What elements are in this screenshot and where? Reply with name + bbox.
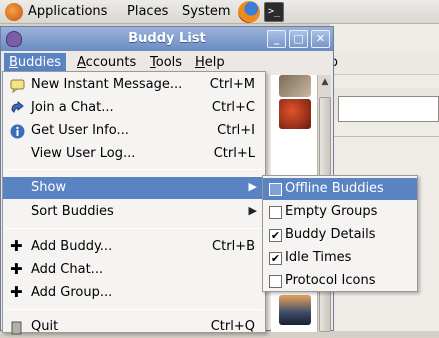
menu-item-sort-buddies[interactable]: Sort Buddies ▶ [3, 201, 265, 223]
menu-item-label: Add Chat... [31, 262, 104, 277]
system-menu[interactable]: System [182, 4, 230, 19]
menu-item-label: Get User Info... [31, 123, 129, 138]
firefox-launcher-icon[interactable] [238, 1, 260, 23]
submenu-item-label: Empty Groups [285, 204, 378, 219]
menu-item-add-group[interactable]: ✚ Add Group... [3, 282, 265, 304]
menu-separator [5, 169, 263, 170]
applications-menu[interactable]: Applications [28, 4, 107, 19]
menu-accounts-label: ccounts [85, 55, 137, 70]
menu-item-quit[interactable]: Quit Ctrl+Q [3, 316, 265, 338]
maximize-icon[interactable]: □ [289, 30, 308, 48]
menu-item-label: Show [31, 180, 67, 195]
quit-icon [11, 321, 22, 335]
menu-tools[interactable]: Tools [145, 53, 187, 73]
menu-help-label: elp [204, 55, 225, 70]
background-divider [330, 136, 439, 137]
checkbox[interactable] [269, 183, 282, 196]
background-menubar: o [330, 51, 439, 75]
submenu-item-offline-buddies[interactable]: Offline Buddies [263, 178, 417, 200]
checkbox[interactable]: ✔ [269, 252, 282, 265]
submenu-item-label: Protocol Icons [285, 273, 376, 288]
info-icon [10, 124, 25, 139]
submenu-arrow-icon: ▶ [248, 180, 257, 193]
scroll-up-arrow-icon[interactable]: ▲ [319, 77, 331, 93]
menu-item-label: New Instant Message... [31, 77, 183, 92]
menu-item-add-buddy[interactable]: ✚ Add Buddy... Ctrl+B [3, 236, 265, 258]
menu-item-get-user-info[interactable]: Get User Info... Ctrl+I [3, 120, 265, 142]
buddies-menu: New Instant Message... Ctrl+M Join a Cha… [2, 71, 266, 335]
show-submenu: Offline Buddies Empty Groups ✔ Buddy Det… [262, 175, 418, 292]
menu-item-join-chat[interactable]: Join a Chat... Ctrl+C [3, 97, 265, 119]
menu-item-accelerator: Ctrl+I [217, 123, 255, 138]
menu-item-add-chat[interactable]: ✚ Add Chat... [3, 259, 265, 281]
message-icon [10, 79, 25, 93]
checkbox[interactable] [269, 275, 282, 288]
menu-item-accelerator: Ctrl+B [212, 239, 255, 254]
checkbox[interactable]: ✔ [269, 229, 282, 242]
menu-item-label: Quit [31, 319, 59, 334]
minimize-icon[interactable]: _ [267, 30, 286, 48]
menu-item-label: Add Group... [31, 285, 113, 300]
titlebar[interactable]: Buddy List _ □ ✕ [1, 27, 333, 51]
gnome-foot-icon[interactable] [5, 3, 23, 21]
chat-icon [11, 101, 24, 113]
menu-buddies[interactable]: Buddies [4, 53, 67, 73]
menu-item-label: Add Buddy... [31, 239, 113, 254]
terminal-launcher-icon[interactable]: >_ [264, 2, 284, 22]
plus-icon: ✚ [10, 283, 23, 301]
menu-item-label: Join a Chat... [31, 100, 114, 115]
buddy-avatar[interactable] [279, 295, 311, 325]
menu-item-label: Sort Buddies [31, 204, 114, 219]
buddy-avatar[interactable] [279, 99, 311, 129]
menu-separator [5, 309, 263, 310]
menu-tools-label: ools [155, 55, 183, 70]
menu-accounts[interactable]: Accounts [72, 53, 141, 73]
buddy-avatar[interactable] [279, 75, 311, 97]
background-input[interactable] [338, 96, 439, 122]
submenu-item-label: Idle Times [285, 250, 352, 265]
menu-item-accelerator: Ctrl+M [209, 77, 255, 92]
menu-item-accelerator: Ctrl+L [213, 146, 255, 161]
submenu-item-idle-times[interactable]: ✔ Idle Times [263, 247, 417, 269]
submenu-arrow-icon: ▶ [248, 204, 257, 217]
places-menu[interactable]: Places [127, 4, 168, 19]
menu-item-show[interactable]: Show ▶ [3, 177, 265, 199]
menu-item-accelerator: Ctrl+Q [210, 319, 255, 334]
menu-item-view-user-log[interactable]: View User Log... Ctrl+L [3, 143, 265, 165]
plus-icon: ✚ [10, 260, 23, 278]
submenu-item-label: Buddy Details [285, 227, 376, 242]
submenu-item-buddy-details[interactable]: ✔ Buddy Details [263, 224, 417, 246]
checkbox[interactable] [269, 206, 282, 219]
menu-help[interactable]: Help [190, 53, 230, 73]
plus-icon: ✚ [10, 237, 23, 255]
submenu-item-empty-groups[interactable]: Empty Groups [263, 201, 417, 223]
close-icon[interactable]: ✕ [311, 30, 330, 48]
menu-item-accelerator: Ctrl+C [211, 100, 255, 115]
menu-buddies-label: uddies [17, 55, 62, 70]
menu-item-new-instant-message[interactable]: New Instant Message... Ctrl+M [3, 74, 265, 96]
menu-item-label: View User Log... [31, 146, 136, 161]
menu-separator [5, 228, 263, 229]
top-panel: Applications Places System >_ [0, 0, 439, 24]
submenu-item-protocol-icons[interactable]: Protocol Icons [263, 270, 417, 292]
submenu-item-label: Offline Buddies [285, 181, 384, 196]
